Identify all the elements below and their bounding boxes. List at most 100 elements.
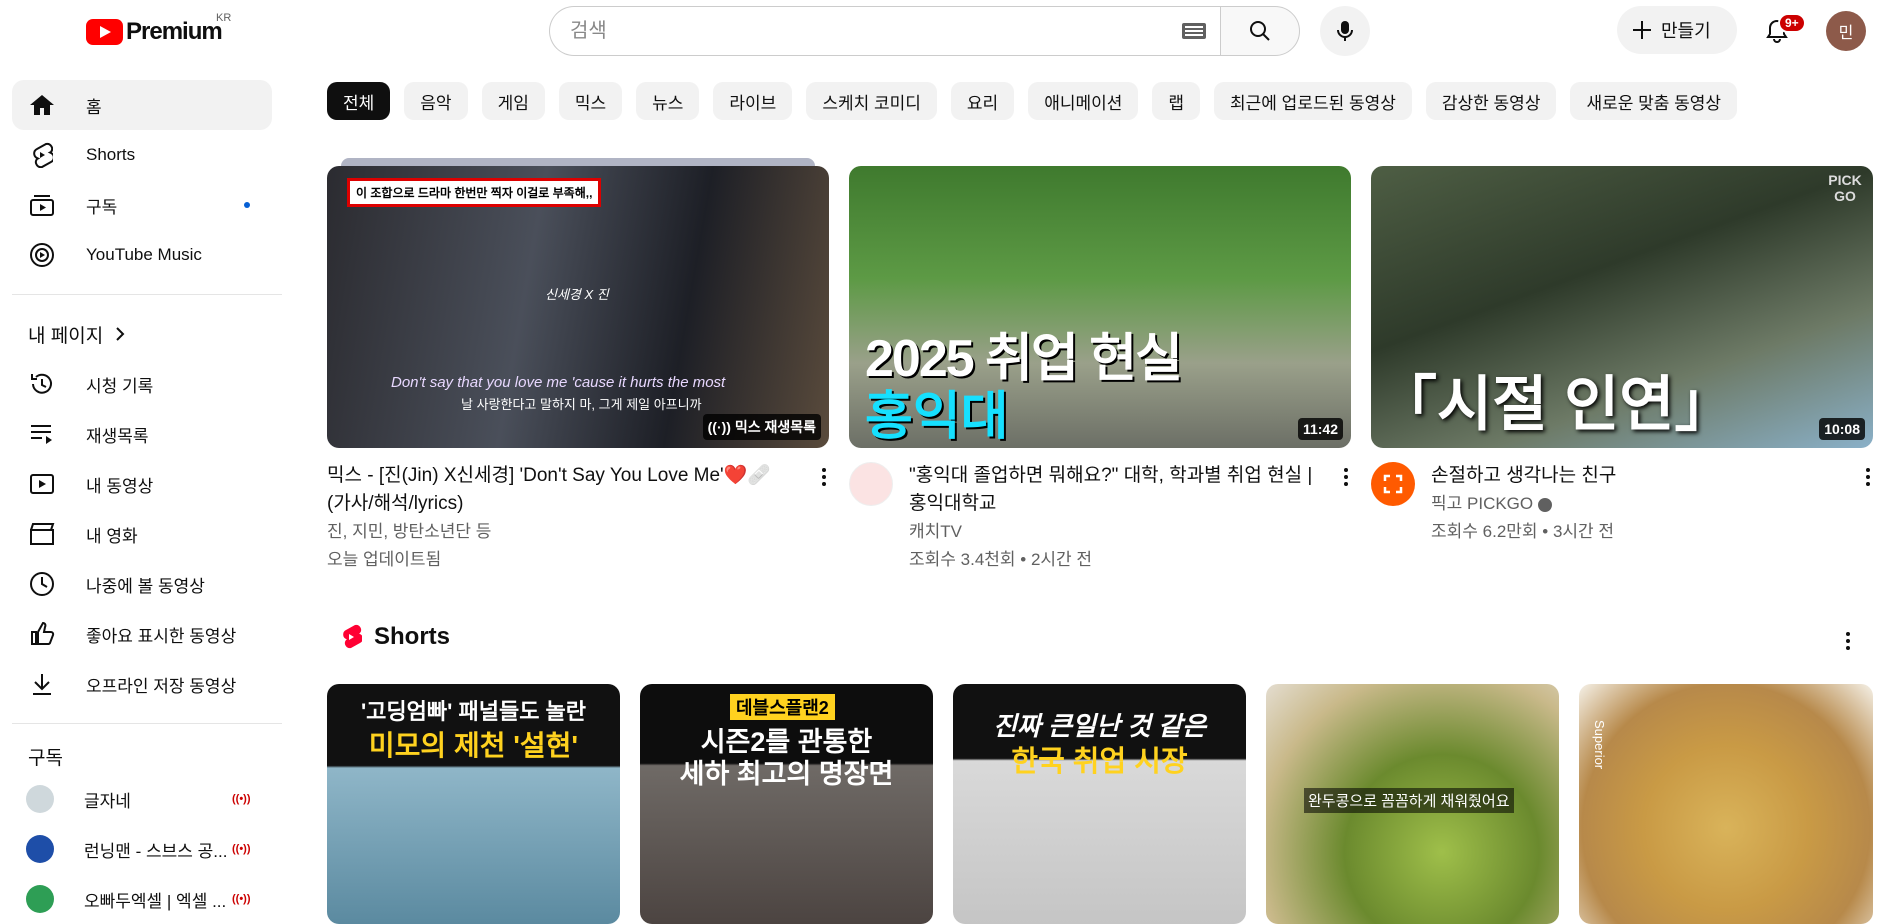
sidebar-item-subscriptions[interactable]: 구독 xyxy=(12,180,272,230)
video-title[interactable]: 믹스 - [진(Jin) X신세경] 'Don't Say You Love M… xyxy=(327,462,829,518)
sidebar-section-mypage[interactable]: 내 페이지 xyxy=(0,309,286,359)
video-channels[interactable]: 진, 지민, 방탄소년단 등 xyxy=(327,518,829,546)
short-caption-2: 세하 최고의 명장면 xyxy=(679,759,894,789)
sidebar-item-downloads[interactable]: 오프라인 저장 동영상 xyxy=(12,659,272,709)
sidebar-item-my-videos[interactable]: 내 동영상 xyxy=(12,459,272,509)
subscription-item[interactable]: 오빠두엑셀 | 엑셀 ... ((•)) xyxy=(0,874,286,914)
subscription-item[interactable]: 글자네 ((•)) xyxy=(0,774,286,824)
sidebar-item-label: 내 동영상 xyxy=(86,476,154,496)
chip-cooking[interactable]: 요리 xyxy=(950,82,1015,120)
video-title[interactable]: "홍익대 졸업하면 뭐해요?" 대학, 학과별 취업 현실 | 홍익대학교 xyxy=(909,462,1351,518)
video-title[interactable]: 손절하고 생각나는 친구 xyxy=(1431,462,1646,490)
youtube-music-icon xyxy=(28,241,56,269)
clock-icon xyxy=(28,570,56,598)
masthead: Premium KR 만들기 9+ 민 xyxy=(0,0,1888,64)
chip-animation[interactable]: 애니메이션 xyxy=(1028,82,1139,120)
short-card[interactable]: 진짜 큰일난 것 같은 한국 취업 시장 xyxy=(953,684,1246,924)
thumbnail-subtitle-kr: 날 사랑한다고 말하지 마, 그게 제일 아프니까 xyxy=(461,397,702,412)
sidebar-item-liked[interactable]: 좋아요 표시한 동영상 xyxy=(12,609,272,659)
chip-mix[interactable]: 믹스 xyxy=(558,82,623,120)
live-icon: ((•)) xyxy=(232,893,251,905)
search-button[interactable] xyxy=(1220,6,1300,56)
sidebar-item-shorts[interactable]: Shorts xyxy=(12,130,272,180)
sidebar-divider xyxy=(12,723,282,724)
chip-news[interactable]: 뉴스 xyxy=(636,82,700,120)
chip-new-to-you[interactable]: 새로운 맞춤 동영상 xyxy=(1570,82,1738,120)
live-icon: ((•)) xyxy=(232,843,251,855)
playlists-icon xyxy=(28,420,56,448)
video-card[interactable]: 2025 취업 현실 홍익대 11:42 "홍익대 졸업하면 뭐해요?" 대학,… xyxy=(849,166,1351,574)
channel-avatar xyxy=(26,785,54,813)
video-card[interactable]: PICK GO 「시절 인연」 10:08 손절하고 생각나는 친구 픽고 PI… xyxy=(1371,166,1873,546)
channel-avatar[interactable] xyxy=(1371,462,1415,506)
short-card[interactable]: 데블스플랜2 시즌2를 관통한 세하 최고의 명장면 xyxy=(640,684,933,924)
chip-live[interactable]: 라이브 xyxy=(713,82,793,120)
sidebar-item-label: 오프라인 저장 동영상 xyxy=(86,676,237,696)
video-stats: 조회수 3.4천회 • 2시간 전 xyxy=(909,550,1093,569)
thumbnail-headline: 「시절 인연」 xyxy=(1377,371,1735,438)
account-avatar[interactable]: 민 xyxy=(1826,11,1866,51)
live-icon: ((•)) xyxy=(232,793,251,805)
sidebar-item-movies[interactable]: 내 영화 xyxy=(12,509,272,559)
youtube-premium-logo[interactable]: Premium xyxy=(86,18,223,46)
sidebar-divider xyxy=(12,294,282,295)
sidebar-item-watch-later[interactable]: 나중에 볼 동영상 xyxy=(12,559,272,609)
channel-avatar xyxy=(26,835,54,863)
shorts-logo-icon xyxy=(343,624,362,649)
chip-all[interactable]: 전체 xyxy=(327,82,391,120)
create-label: 만들기 xyxy=(1661,21,1711,41)
sidebar-item-youtube-music[interactable]: YouTube Music xyxy=(12,230,272,280)
channel-name[interactable]: 픽고 PICKGO xyxy=(1431,490,1646,518)
short-card[interactable]: 완두콩으로 꼼꼼하게 채워줬어요 xyxy=(1266,684,1559,924)
subscription-item[interactable]: 런닝맨 - 스브스 공... ((•)) xyxy=(0,824,286,874)
video-duration: 10:08 xyxy=(1819,418,1865,440)
shorts-more-options-icon[interactable] xyxy=(1845,630,1851,652)
channel-avatar xyxy=(26,885,54,913)
notification-badge: 9+ xyxy=(1778,13,1806,33)
channel-watermark: PICK GO xyxy=(1828,172,1862,204)
sidebar-item-label: 내 영화 xyxy=(86,526,138,546)
chevron-right-icon xyxy=(116,327,125,341)
short-card[interactable]: '고딩엄빠' 패널들도 놀란 미모의 제천 '설현' xyxy=(327,684,620,924)
search-input[interactable] xyxy=(570,7,1150,55)
sidebar-item-history[interactable]: 시청 기록 xyxy=(12,359,272,409)
sidebar-item-playlists[interactable]: 재생목록 xyxy=(12,409,272,459)
more-options-icon[interactable] xyxy=(1865,466,1871,488)
shorts-icon xyxy=(28,141,56,169)
short-caption-1: Superior xyxy=(1592,720,1607,770)
chip-rap[interactable]: 랩 xyxy=(1152,82,1201,120)
shorts-title: Shorts xyxy=(374,623,451,650)
create-button[interactable]: 만들기 xyxy=(1617,6,1737,54)
filter-chip-bar: 전체 음악 게임 믹스 뉴스 라이브 스케치 코미디 요리 애니메이션 랩 최근… xyxy=(327,82,1738,120)
video-thumbnail[interactable]: PICK GO 「시절 인연」 10:08 xyxy=(1371,166,1873,448)
thumbnail-names: 신세경 X 진 xyxy=(545,287,609,302)
short-caption-1: 완두콩으로 꼼꼼하게 채워줬어요 xyxy=(1304,788,1514,813)
video-card[interactable]: 이 조합으로 드라마 한번만 찍자 이걸로 부족해,, 신세경 X 진 Don'… xyxy=(327,158,829,574)
channel-avatar[interactable] xyxy=(849,462,893,506)
thumbnail-caption: 이 조합으로 드라마 한번만 찍자 이걸로 부족해,, xyxy=(347,178,602,207)
chip-music[interactable]: 음악 xyxy=(404,82,468,120)
hamburger-menu-icon[interactable] xyxy=(24,20,48,38)
chip-sketch-comedy[interactable]: 스케치 코미디 xyxy=(806,82,937,120)
more-options-icon[interactable] xyxy=(821,466,827,488)
sidebar-item-label: 시청 기록 xyxy=(86,376,154,396)
more-options-icon[interactable] xyxy=(1343,466,1349,488)
channel-name[interactable]: 캐치TV xyxy=(909,518,1351,546)
short-card[interactable]: Superior xyxy=(1579,684,1873,924)
video-thumbnail[interactable]: 2025 취업 현실 홍익대 11:42 xyxy=(849,166,1351,448)
verified-badge-icon xyxy=(1537,497,1552,512)
video-stats: 조회수 6.2만회 • 3시간 전 xyxy=(1431,522,1615,541)
sidebar-item-label: Shorts xyxy=(86,145,136,164)
sidebar-item-home[interactable]: 홈 xyxy=(12,80,272,130)
chip-recently-uploaded[interactable]: 최근에 업로드된 동영상 xyxy=(1214,82,1412,120)
youtube-play-icon xyxy=(86,19,123,45)
chip-watched[interactable]: 감상한 동영상 xyxy=(1425,82,1557,120)
voice-search-button[interactable] xyxy=(1320,6,1370,56)
keyboard-icon[interactable] xyxy=(1182,23,1206,39)
short-caption-0: 데블스플랜2 xyxy=(730,694,835,720)
movies-icon xyxy=(28,520,56,548)
video-thumbnail[interactable]: 이 조합으로 드라마 한번만 찍자 이걸로 부족해,, 신세경 X 진 Don'… xyxy=(327,166,829,448)
video-updated: 오늘 업데이트됨 xyxy=(327,550,442,569)
short-caption-2: 미모의 제천 '설현' xyxy=(368,730,579,761)
chip-games[interactable]: 게임 xyxy=(481,82,545,120)
